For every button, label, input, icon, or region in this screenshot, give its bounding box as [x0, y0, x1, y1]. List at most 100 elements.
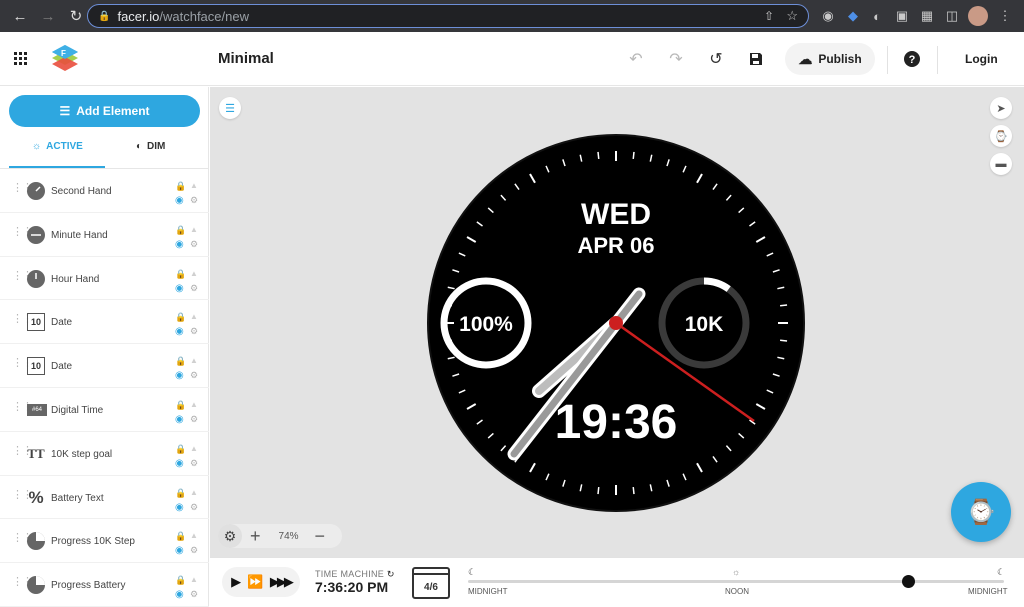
profile-avatar[interactable]	[968, 6, 988, 26]
publish-button[interactable]: ☁ Publish	[785, 43, 875, 75]
drag-handle-icon[interactable]: ⋮⋮	[12, 226, 33, 243]
wifi-icon[interactable]: ▲	[190, 575, 198, 584]
settings-icon[interactable]: ⚙	[190, 326, 198, 337]
eye-icon[interactable]: ◉	[175, 283, 184, 294]
lock-icon[interactable]: 🔒	[175, 181, 186, 192]
layer-item[interactable]: ⋮⋮ 10 Date 🔒 ▲ ◉ ⚙	[0, 344, 209, 388]
extension-sphere-icon[interactable]: ◐	[867, 6, 887, 26]
undo-icon[interactable]: ↶	[624, 48, 648, 70]
wifi-icon[interactable]: ▲	[190, 444, 198, 453]
play-icon[interactable]: ▶	[231, 574, 241, 590]
drag-handle-icon[interactable]: ⋮⋮	[12, 314, 33, 330]
settings-icon[interactable]: ⚙	[190, 502, 198, 513]
watch-face[interactable]: WED APR 06 100% 10K 19:36	[427, 134, 805, 512]
lock-icon[interactable]: 🔒	[175, 488, 186, 499]
apps-grid-icon[interactable]	[9, 48, 33, 70]
history-icon[interactable]: ↺	[704, 48, 728, 70]
extension-shield-icon[interactable]: ◆	[843, 6, 863, 26]
eye-icon[interactable]: ◉	[175, 589, 184, 600]
sidebar-icon[interactable]: ◫	[942, 6, 962, 26]
eye-icon[interactable]: ◉	[175, 239, 184, 250]
settings-icon[interactable]: ⚙	[190, 545, 198, 556]
settings-icon[interactable]: ⚙	[190, 414, 198, 425]
wifi-icon[interactable]: ▲	[190, 269, 198, 278]
layer-item[interactable]: ⋮⋮ Progress 10K Step 🔒 ▲ ◉ ⚙	[0, 519, 209, 564]
eye-icon[interactable]: ◉	[175, 414, 184, 425]
wifi-icon[interactable]: ▲	[190, 181, 198, 190]
wifi-icon[interactable]: ▲	[190, 531, 198, 540]
canvas-settings-icon[interactable]: ⚙	[218, 524, 242, 548]
lock-icon[interactable]: 🔒	[175, 444, 186, 455]
help-icon[interactable]: ?	[900, 48, 924, 70]
redo-icon[interactable]: ↷	[664, 48, 688, 70]
lock-icon[interactable]: 🔒	[175, 531, 186, 542]
back-icon[interactable]: ←	[8, 4, 32, 28]
menu-dots-icon[interactable]: ⋮	[995, 6, 1015, 26]
settings-icon[interactable]: ⚙	[190, 458, 198, 469]
paint-roller-icon[interactable]: ▬	[990, 153, 1012, 175]
layer-item[interactable]: ⋮⋮ Second Hand 🔒 ▲ ◉ ⚙	[0, 169, 209, 213]
lock-icon[interactable]: 🔒	[175, 312, 186, 323]
date-picker-button[interactable]: 4/6	[412, 567, 450, 599]
eye-icon[interactable]: ◉	[175, 545, 184, 556]
drag-handle-icon[interactable]: ⋮⋮	[12, 270, 33, 287]
eye-icon[interactable]: ◉	[175, 195, 184, 206]
camera-icon[interactable]: ◉	[818, 6, 838, 26]
settings-icon[interactable]: ⚙	[190, 370, 198, 381]
bookmark-star-icon[interactable]: ☆	[786, 8, 798, 24]
settings-icon[interactable]: ⚙	[190, 589, 198, 600]
zoom-in-icon[interactable]: +	[250, 526, 261, 547]
watch-icon[interactable]: ⌚	[990, 125, 1012, 147]
layer-item[interactable]: ⋮⋮ Hour Hand 🔒 ▲ ◉ ⚙	[0, 257, 209, 301]
layer-item[interactable]: ⋮⋮ TT 10K step goal 🔒 ▲ ◉ ⚙	[0, 432, 209, 476]
zoom-out-icon[interactable]: −	[315, 526, 326, 547]
wifi-icon[interactable]: ▲	[190, 225, 198, 234]
wifi-icon[interactable]: ▲	[190, 400, 198, 409]
lock-icon[interactable]: 🔒	[175, 575, 186, 586]
drag-handle-icon[interactable]: ⋮⋮	[12, 445, 33, 462]
lock-icon[interactable]: 🔒	[175, 225, 186, 236]
reset-time-icon[interactable]: ↻	[387, 569, 395, 579]
rocket-icon[interactable]: ➤	[990, 97, 1012, 119]
eye-icon[interactable]: ◉	[175, 326, 184, 337]
tab-dim[interactable]: ◐ DIM	[136, 141, 165, 152]
layer-item[interactable]: ⋮⋮ 10 Date 🔒 ▲ ◉ ⚙	[0, 300, 209, 345]
forward-icon[interactable]: →	[36, 4, 60, 28]
wifi-icon[interactable]: ▲	[190, 488, 198, 497]
settings-icon[interactable]: ⚙	[190, 195, 198, 206]
lock-icon[interactable]: 🔒	[175, 400, 186, 411]
facer-logo[interactable]: F	[50, 43, 80, 75]
extensions-puzzle-icon[interactable]: ▦	[917, 6, 937, 26]
page-title[interactable]: Minimal	[218, 50, 274, 67]
drag-handle-icon[interactable]: ⋮⋮	[12, 533, 33, 549]
eye-icon[interactable]: ◉	[175, 370, 184, 381]
layer-item[interactable]: ⋮⋮ #64 Digital Time 🔒 ▲ ◉ ⚙	[0, 388, 209, 432]
save-icon[interactable]	[744, 48, 768, 70]
preview-watch-button[interactable]: ⌚	[951, 482, 1011, 542]
eye-icon[interactable]: ◉	[175, 458, 184, 469]
drag-handle-icon[interactable]: ⋮⋮	[12, 489, 33, 506]
settings-icon[interactable]: ⚙	[190, 283, 198, 294]
login-link[interactable]: Login	[965, 52, 998, 66]
address-bar[interactable]: 🔒 facer.io/watchface/new ⇧ ☆	[87, 4, 809, 28]
layer-item[interactable]: ⋮⋮ % Battery Text 🔒 ▲ ◉ ⚙	[0, 476, 209, 520]
lock-icon[interactable]: 🔒	[175, 269, 186, 280]
time-slider[interactable]	[468, 575, 1004, 588]
fast-forward-icon[interactable]: ⏩	[247, 574, 263, 590]
wifi-icon[interactable]: ▲	[190, 312, 198, 321]
settings-icon[interactable]: ⚙	[190, 239, 198, 250]
drag-handle-icon[interactable]: ⋮⋮	[12, 401, 33, 418]
layer-item[interactable]: ⋮⋮ Minute Hand 🔒 ▲ ◉ ⚙	[0, 213, 209, 257]
time-slider-knob[interactable]	[901, 575, 915, 588]
drag-handle-icon[interactable]: ⋮⋮	[12, 183, 33, 199]
add-element-button[interactable]: ☰ Add Element	[9, 95, 200, 127]
drag-handle-icon[interactable]: ⋮⋮	[12, 577, 33, 593]
eye-icon[interactable]: ◉	[175, 502, 184, 513]
reload-icon[interactable]: ↻	[64, 4, 88, 28]
lock-icon[interactable]: 🔒	[175, 356, 186, 367]
layer-item[interactable]: ⋮⋮ Progress Battery 🔒 ▲ ◉ ⚙	[0, 563, 209, 607]
fastest-forward-icon[interactable]: ▶▶▶	[270, 574, 294, 590]
cast-icon[interactable]: ▣	[892, 6, 912, 26]
tab-active[interactable]: ☼ ACTIVE	[32, 141, 83, 152]
drag-handle-icon[interactable]: ⋮⋮	[12, 358, 33, 374]
